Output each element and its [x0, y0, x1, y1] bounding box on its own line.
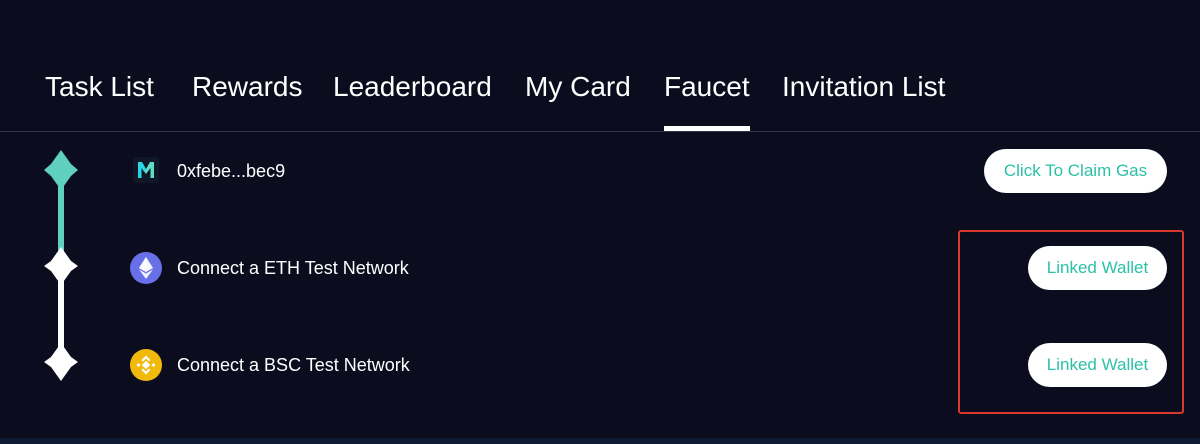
timeline-node-pending	[44, 343, 78, 381]
metis-logo-icon	[130, 154, 162, 186]
bnb-icon	[130, 349, 162, 381]
bottom-edge	[0, 438, 1200, 444]
claim-gas-button[interactable]: Click To Claim Gas	[984, 149, 1167, 193]
active-tab-indicator	[664, 126, 750, 131]
highlight-annotation-box	[958, 230, 1184, 414]
wallet-address: 0xfebe...bec9	[177, 161, 286, 181]
tab-rewards[interactable]: Rewards	[192, 70, 302, 104]
tab-invitation-list[interactable]: Invitation List	[782, 70, 945, 104]
eth-icon	[130, 252, 162, 284]
tab-faucet[interactable]: Faucet	[664, 70, 750, 104]
tab-bar: Task List Rewards Leaderboard My Card Fa…	[0, 0, 1200, 132]
tab-my-card[interactable]: My Card	[525, 70, 631, 104]
progress-timeline	[44, 150, 78, 381]
connect-bsc-label: Connect a BSC Test Network	[177, 355, 410, 375]
timeline-node-pending	[44, 247, 78, 285]
tab-leaderboard[interactable]: Leaderboard	[333, 70, 492, 104]
connect-eth-label: Connect a ETH Test Network	[177, 258, 409, 278]
timeline-node-done	[44, 150, 78, 190]
